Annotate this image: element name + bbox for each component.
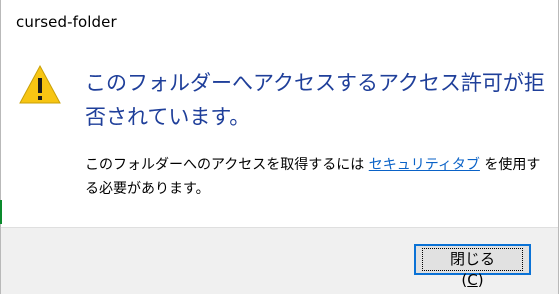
main-instruction: このフォルダーへアクセスするアクセス許可が拒否されています。 bbox=[85, 71, 545, 129]
close-button-label-end: ) bbox=[477, 271, 484, 289]
warning-icon bbox=[19, 64, 61, 104]
close-button[interactable]: 閉じる(C) bbox=[414, 244, 531, 289]
close-button-focus-ring: 閉じる(C) bbox=[422, 248, 523, 289]
window-title: cursed-folder bbox=[16, 13, 117, 31]
window-edge-accent bbox=[0, 200, 2, 224]
permission-dialog: cursed-folder このフォルダーへアクセスするアクセス許可が拒否されて… bbox=[0, 0, 559, 294]
content-text-before-link: このフォルダーへのアクセスを取得するには bbox=[85, 157, 369, 173]
button-footer: 閉じる(C) bbox=[1, 227, 558, 294]
security-tab-link[interactable]: セキュリティタブ bbox=[369, 157, 480, 173]
content-text: このフォルダーへのアクセスを取得するには セキュリティタブ を使用する必要があり… bbox=[85, 153, 550, 201]
close-button-accelerator: C bbox=[467, 271, 478, 289]
title-bar: cursed-folder bbox=[1, 0, 558, 46]
